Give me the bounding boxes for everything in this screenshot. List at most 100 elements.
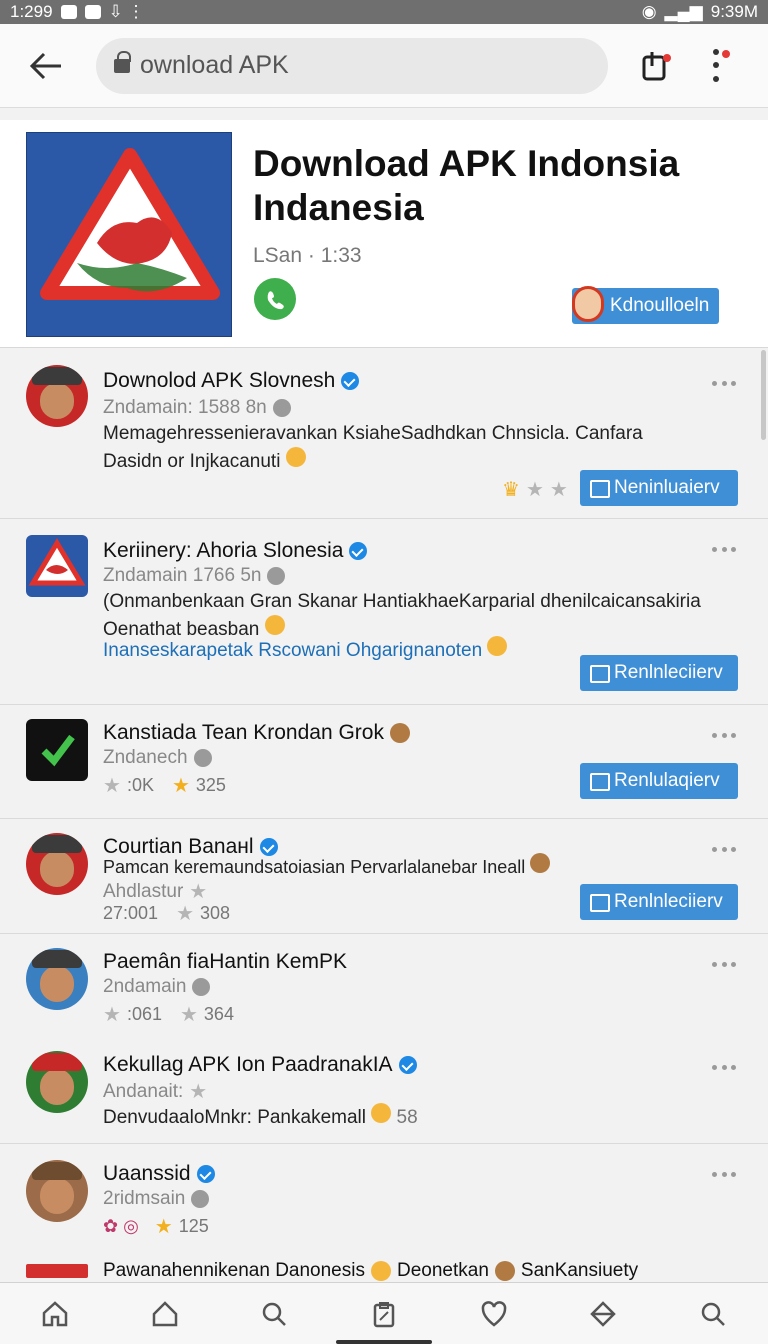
search-icon — [701, 1302, 725, 1326]
overflow-menu-button[interactable] — [706, 46, 730, 86]
action-button[interactable]: Renlnleciierv — [580, 655, 738, 691]
item-desc: Memagehressenieravankan KsiaheSadhdkan C… — [103, 423, 643, 472]
emoji-icon — [285, 447, 306, 467]
avatar — [26, 365, 88, 427]
app-thumbnail — [26, 719, 88, 781]
item-stats: ★:0K ★ 325 — [103, 775, 226, 797]
globe-icon — [267, 567, 286, 585]
list-item[interactable]: Uaanssid 2ridmsain ✿ ◎ ★ 125 — [0, 1144, 768, 1252]
list-item[interactable]: Kekullag APK Ion PaadranakIA Andanait: ★ … — [0, 1039, 768, 1144]
item-name: Kanstiada Tean Krondan Grok — [103, 721, 410, 745]
more-options-button[interactable] — [712, 1164, 736, 1184]
notification-icon — [60, 5, 77, 19]
globe-icon — [193, 749, 212, 767]
tabs-button[interactable] — [636, 46, 676, 86]
verified-badge-icon — [196, 1165, 215, 1183]
item-link[interactable]: Inanseskarapetak Rscowani Ohgarignanoten — [103, 636, 508, 662]
emoji-icon — [530, 853, 551, 873]
emoji-icon — [264, 615, 285, 635]
home-icon — [42, 1300, 68, 1326]
item-stats: ✿ ◎ ★ 125 — [103, 1216, 209, 1238]
nav-search-button[interactable] — [259, 1299, 289, 1329]
more-options-button[interactable] — [712, 839, 736, 859]
bottom-navigation — [0, 1282, 768, 1344]
globe-icon — [191, 1190, 210, 1208]
action-button[interactable]: Renlnleciierv — [580, 884, 738, 920]
diamond-icon — [590, 1300, 617, 1327]
address-bar[interactable]: ownload APK — [96, 37, 608, 94]
back-button[interactable] — [16, 36, 76, 96]
avatar — [26, 948, 88, 1010]
mascot-icon — [572, 286, 604, 322]
item-sub: Andanait: ★ — [103, 1080, 208, 1104]
app-header-card: Download APK Indonsia Indanesia LSan · 1… — [0, 120, 768, 348]
avatar — [26, 833, 88, 895]
download-button[interactable]: Kdnoulloeln — [572, 286, 720, 324]
app-logo — [26, 132, 232, 337]
list-item[interactable]: Pawanahennikenan Danonesis Deonetkan SanKa… — [0, 1252, 768, 1282]
scrollbar[interactable] — [761, 350, 766, 440]
action-button[interactable]: Neninluaierv — [580, 470, 738, 506]
wifi-icon: ◉ — [641, 2, 657, 21]
download-button-label: Kdnoulloeln — [610, 295, 710, 316]
item-sub: Zndanech — [103, 747, 212, 769]
globe-icon — [272, 399, 291, 417]
house-outline-icon — [152, 1300, 177, 1326]
address-text: ownload APK — [140, 51, 289, 79]
nav-apps-button[interactable] — [150, 1299, 180, 1329]
heart-badge-icon — [481, 1300, 506, 1327]
update-badge-icon — [722, 49, 730, 58]
item-name: Downolod APK Slovnesh — [103, 369, 360, 393]
emoji-icon — [371, 1103, 392, 1123]
verified-badge-icon — [341, 372, 360, 390]
item-desc: Pamcan keremaundsatoiasian Pervarlalaneb… — [103, 853, 703, 880]
message-icon — [84, 5, 101, 19]
nav-clipboard-button[interactable] — [369, 1299, 399, 1329]
app-title: Download APK Indonsia Indanesia — [253, 143, 680, 228]
app-thumbnail — [26, 535, 88, 597]
nav-explore-button[interactable] — [588, 1299, 618, 1329]
list-item[interactable]: Keriinery: Ahoria Slonesia Zndamain 1766… — [0, 519, 768, 705]
home-indicator[interactable] — [336, 1340, 432, 1344]
status-clock-right: 9:39M — [710, 2, 758, 21]
more-options-button[interactable] — [712, 954, 736, 974]
search-icon — [263, 1302, 287, 1326]
emoji-icon — [494, 1261, 515, 1281]
list-item[interactable]: Kanstiada Tean Krondan Grok Zndanech ★:0… — [0, 705, 768, 819]
signal-icon: ▂▄▆ — [664, 2, 703, 21]
phone-icon — [267, 291, 284, 310]
nav-search-secondary-button[interactable] — [698, 1299, 728, 1329]
app-thumbnail — [26, 1264, 88, 1278]
list-item[interactable]: Paemân fiaHantin KemPK 2ndamain ★:061 ★ 36… — [0, 934, 768, 1039]
item-name: Paemân fiaHantin KemPK — [103, 950, 347, 973]
list-item[interactable]: Downolod APK Slovnesh Zndamain: 1588 8n … — [0, 349, 768, 519]
avatar — [26, 1160, 88, 1222]
status-time: 1:299 — [10, 2, 53, 21]
item-name: Pawanahennikenan Danonesis Deonetkan SanKa… — [103, 1260, 639, 1281]
emoji-icon — [370, 1261, 391, 1281]
nav-activity-button[interactable] — [479, 1299, 509, 1329]
verified-badge-icon — [349, 542, 368, 560]
item-sub: Zndamain: 1588 8n — [103, 397, 291, 419]
more-options-button[interactable] — [712, 373, 736, 393]
tabs-icon — [642, 51, 671, 80]
app-meta: LSan · 1:33 — [253, 244, 362, 267]
warning-map-logo-icon — [40, 148, 220, 300]
item-desc: (Onmanbenkaan Gran Skanar HantiakhaeKarp… — [103, 591, 701, 640]
more-options-button[interactable] — [712, 1057, 736, 1077]
action-button[interactable]: Renlulaqierv — [580, 763, 738, 799]
lock-icon — [114, 50, 131, 73]
rating-stars: ♛ ★ ★ — [502, 479, 568, 501]
checkmark-icon — [41, 734, 75, 767]
item-sub: 2ndamain — [103, 976, 211, 998]
whatsapp-share-button[interactable] — [254, 278, 296, 320]
more-options-button[interactable] — [712, 539, 736, 559]
warning-map-logo-icon — [28, 538, 86, 586]
item-sub: Zndamain 1766 5n — [103, 565, 286, 587]
more-options-button[interactable] — [712, 725, 736, 745]
status-bar: 1:299 ⇩ ⋮ ◉ ▂▄▆ 9:39M — [0, 0, 768, 24]
nav-home-button[interactable] — [40, 1299, 70, 1329]
item-name: Keriinery: Ahoria Slonesia — [103, 539, 368, 563]
list-item[interactable]: Courtian Banaнl Pamcan keremaundsatoiasi… — [0, 819, 768, 934]
item-name: Kekullag APK Ion PaadranakIA — [103, 1053, 417, 1077]
